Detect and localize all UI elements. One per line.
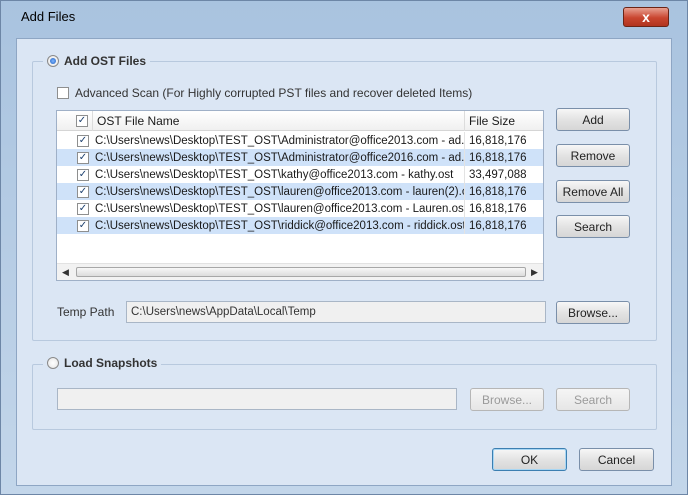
check-icon: ✓ xyxy=(78,202,88,214)
window-title: Add Files xyxy=(21,9,76,24)
snapshot-browse-button[interactable]: Browse... xyxy=(470,388,544,411)
table-row[interactable]: ✓ C:\Users\news\Desktop\TEST_OST\lauren@… xyxy=(57,183,543,200)
snapshot-search-button[interactable]: Search xyxy=(556,388,630,411)
row-checkbox[interactable]: ✓ xyxy=(77,151,89,164)
add-button[interactable]: Add xyxy=(556,108,630,131)
file-size-cell: 16,818,176 xyxy=(469,151,527,164)
table-row[interactable]: ✓ C:\Users\news\Desktop\TEST_OST\kathy@o… xyxy=(57,166,543,183)
temp-path-label: Temp Path xyxy=(57,305,115,319)
remove-all-button[interactable]: Remove All xyxy=(556,180,630,203)
header-check-cell[interactable]: ✓ xyxy=(57,111,93,131)
close-icon: x xyxy=(642,9,650,25)
file-name-cell: C:\Users\news\Desktop\TEST_OST\lauren@of… xyxy=(93,183,465,200)
file-name-cell: C:\Users\news\Desktop\TEST_OST\riddick@o… xyxy=(93,217,465,234)
row-checkbox[interactable]: ✓ xyxy=(77,134,89,147)
remove-button[interactable]: Remove xyxy=(556,144,630,167)
grid-header: ✓ OST File Name File Size xyxy=(57,111,543,131)
file-name-cell: C:\Users\news\Desktop\TEST_OST\lauren@of… xyxy=(93,200,465,217)
advanced-scan-label: Advanced Scan (For Highly corrupted PST … xyxy=(75,86,473,100)
row-checkbox[interactable]: ✓ xyxy=(77,202,89,215)
file-size-cell: 16,818,176 xyxy=(469,134,527,147)
file-size-cell: 33,497,088 xyxy=(469,168,527,181)
file-name-cell: C:\Users\news\Desktop\TEST_OST\Administr… xyxy=(93,149,465,166)
snapshot-path-field[interactable] xyxy=(57,388,457,410)
load-snapshots-label: Load Snapshots xyxy=(64,356,158,370)
add-ost-files-option[interactable]: Add OST Files xyxy=(43,54,151,68)
check-icon: ✓ xyxy=(78,134,88,146)
table-row[interactable]: ✓ C:\Users\news\Desktop\TEST_OST\Adminis… xyxy=(57,149,543,166)
check-icon: ✓ xyxy=(78,168,88,180)
file-size-cell: 16,818,176 xyxy=(469,185,527,198)
row-checkbox[interactable]: ✓ xyxy=(77,185,89,198)
add-ost-files-label: Add OST Files xyxy=(64,54,147,68)
check-icon: ✓ xyxy=(78,185,88,197)
advanced-scan-checkbox[interactable] xyxy=(57,87,69,99)
table-row[interactable]: ✓ C:\Users\news\Desktop\TEST_OST\lauren@… xyxy=(57,200,543,217)
temp-path-field[interactable]: C:\Users\news\AppData\Local\Temp xyxy=(126,301,546,323)
check-icon: ✓ xyxy=(77,115,87,126)
row-checkbox[interactable]: ✓ xyxy=(77,168,89,181)
scroll-left-icon[interactable]: ◀ xyxy=(57,264,74,280)
load-snapshots-radio[interactable] xyxy=(47,357,59,369)
row-checkbox[interactable]: ✓ xyxy=(77,219,89,232)
close-button[interactable]: x xyxy=(623,7,669,27)
cancel-button[interactable]: Cancel xyxy=(579,448,654,471)
table-row[interactable]: ✓ C:\Users\news\Desktop\TEST_OST\riddick… xyxy=(57,217,543,234)
ok-button[interactable]: OK xyxy=(492,448,567,471)
scrollbar-thumb[interactable] xyxy=(76,267,526,277)
search-button[interactable]: Search xyxy=(556,215,630,238)
table-row[interactable]: ✓ C:\Users\news\Desktop\TEST_OST\Adminis… xyxy=(57,132,543,149)
file-name-cell: C:\Users\news\Desktop\TEST_OST\kathy@off… xyxy=(93,166,465,183)
advanced-scan-option[interactable]: Advanced Scan (For Highly corrupted PST … xyxy=(57,86,472,100)
scroll-right-icon[interactable]: ▶ xyxy=(526,264,543,280)
file-size-cell: 16,818,176 xyxy=(469,202,527,215)
load-snapshots-option[interactable]: Load Snapshots xyxy=(43,356,162,370)
temp-path-browse-button[interactable]: Browse... xyxy=(556,301,630,324)
check-icon: ✓ xyxy=(78,151,88,163)
add-ost-files-radio[interactable] xyxy=(47,55,59,67)
dialog-client: Add OST Files Advanced Scan (For Highly … xyxy=(16,38,672,486)
file-size-cell: 16,818,176 xyxy=(469,219,527,232)
ost-file-grid[interactable]: ✓ OST File Name File Size ✓ C:\Users\new… xyxy=(56,110,544,281)
column-header-name[interactable]: OST File Name xyxy=(93,111,465,131)
column-header-size[interactable]: File Size xyxy=(465,111,543,131)
title-bar[interactable]: Add Files x xyxy=(1,1,687,33)
horizontal-scrollbar[interactable]: ◀ ▶ xyxy=(57,263,543,280)
file-name-cell: C:\Users\news\Desktop\TEST_OST\Administr… xyxy=(93,132,465,149)
check-icon: ✓ xyxy=(78,219,88,231)
add-files-dialog: Add Files x Add OST Files Advanced Scan … xyxy=(0,0,688,495)
select-all-checkbox[interactable]: ✓ xyxy=(76,115,88,127)
